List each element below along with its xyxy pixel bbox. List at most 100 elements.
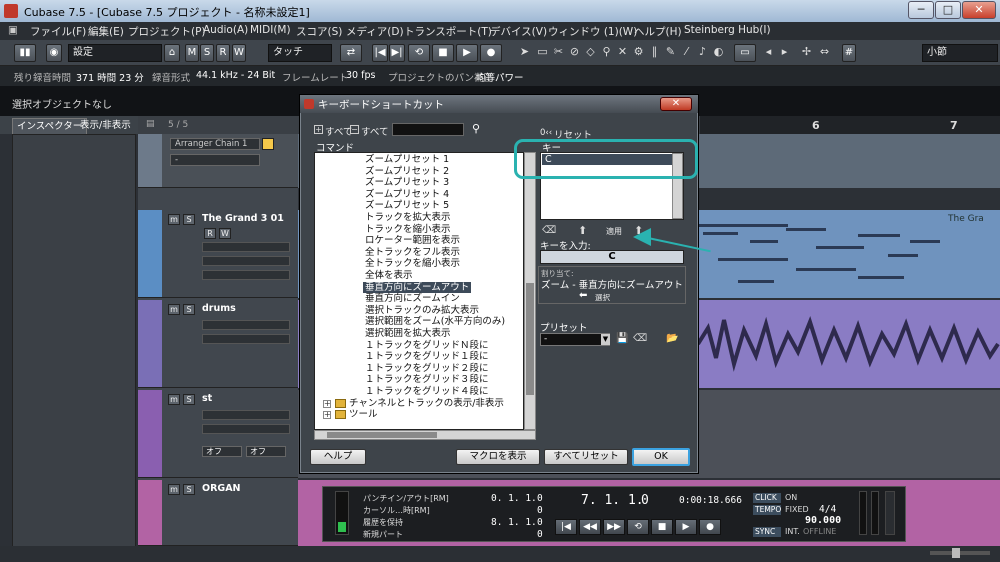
position-time[interactable]: 0:00:18.666 — [679, 495, 742, 506]
maximize-button[interactable]: □ — [935, 1, 961, 19]
command-item[interactable]: ズームプリセット 3 — [365, 177, 449, 189]
menu-midi[interactable]: MIDI(M) — [250, 24, 291, 36]
play-tool-icon[interactable]: ♪ — [696, 45, 709, 59]
go-to-end-icon[interactable]: ▶| — [389, 44, 405, 62]
click-value[interactable]: ON — [785, 493, 797, 502]
ok-button[interactable]: OK — [632, 448, 690, 466]
record-icon[interactable]: ● — [699, 519, 721, 535]
tempo-label[interactable]: TEMPO — [753, 505, 781, 515]
time-warp-tool-icon[interactable]: ∥ — [648, 45, 661, 59]
solo-button[interactable]: S — [183, 304, 195, 315]
left-locator-zero[interactable]: 0 — [537, 505, 543, 516]
command-item[interactable]: 全トラックを縮小表示 — [365, 258, 460, 270]
delete-preset-icon[interactable]: ⌫ — [633, 333, 647, 344]
color-tool-icon[interactable]: ◐ — [712, 45, 725, 59]
track-organ[interactable]: m S ORGAN — [138, 480, 298, 546]
command-list[interactable]: ズームプリセット 1 ズームプリセット 2 ズームプリセット 3 ズームプリセット 4… — [314, 152, 524, 430]
command-item[interactable]: 選択トラックのみ拡大表示 — [365, 305, 479, 317]
rewind-icon[interactable]: ◀◀ — [579, 519, 601, 535]
grid-icon[interactable]: # — [842, 44, 856, 62]
read-button[interactable]: R — [204, 228, 216, 239]
track-controls-row[interactable] — [202, 242, 290, 252]
track-drums[interactable]: m S drums — [138, 300, 298, 388]
arranger-chain-select[interactable]: Arranger Chain 1 — [170, 138, 260, 150]
grid-type-icon[interactable]: ▭ — [734, 44, 756, 62]
mute-button[interactable]: m — [168, 304, 180, 315]
left-locator[interactable]: 0. 1. 1. — [491, 493, 537, 504]
command-item[interactable]: 垂直方向にズームアウト — [363, 281, 472, 294]
command-item[interactable]: １トラックをグリッド２段に — [365, 363, 489, 375]
object-selection-tool-icon[interactable]: ➤ — [518, 45, 531, 59]
menu-help[interactable]: ヘルプ(H) — [634, 24, 682, 39]
cursor-label[interactable]: カーソル…時[RM] — [363, 505, 430, 516]
track-controls-row-2[interactable] — [202, 424, 290, 434]
transform-icon[interactable]: ◂ — [762, 45, 775, 59]
track-controls-row[interactable] — [202, 410, 290, 420]
show-macros-button[interactable]: マクロを表示 — [456, 449, 540, 465]
track-name[interactable]: drums — [202, 303, 236, 314]
command-item[interactable]: ロケーター範囲を表示 — [365, 235, 460, 247]
draw-tool-icon[interactable]: ✎ — [664, 45, 677, 59]
tab-visibility[interactable]: 表示/非表示 — [76, 118, 135, 134]
command-item[interactable]: １トラックをグリッド４段に — [365, 386, 489, 398]
command-item[interactable]: １トラックをグリッドＮ段に — [365, 340, 489, 352]
snap-resolution-select[interactable]: 小節 — [922, 44, 998, 62]
menu-window[interactable]: ウィンドウ (1)(W) — [548, 24, 637, 39]
lock-icon[interactable]: ⌂ — [164, 44, 180, 62]
command-item[interactable]: 全トラックをフル表示 — [365, 247, 460, 259]
global-write-button[interactable]: W — [232, 44, 246, 62]
expand-all-label[interactable]: すべて — [325, 124, 352, 138]
framerate-value[interactable]: 30 fps — [346, 70, 375, 81]
stop-icon[interactable]: ■ — [651, 519, 673, 535]
command-list-hscroll[interactable] — [314, 430, 536, 440]
collapse-all-label[interactable]: すべて — [361, 124, 388, 138]
tempo-mode[interactable]: FIXED — [785, 505, 809, 514]
close-button[interactable]: ✕ — [962, 1, 996, 19]
select-label[interactable]: 選択 — [595, 292, 610, 303]
hscroll-thumb[interactable] — [327, 432, 437, 438]
dialog-close-button[interactable]: ✕ — [660, 97, 692, 111]
play-icon[interactable]: ▶ — [456, 44, 478, 62]
stop-icon[interactable]: ■ — [432, 44, 454, 62]
play-icon[interactable]: ▶ — [675, 519, 697, 535]
constrain-delay-button[interactable]: ▮▮ — [14, 44, 36, 62]
automation-mode-select[interactable]: タッチ — [268, 44, 332, 62]
menu-edit[interactable]: 編集(E) — [88, 24, 124, 39]
right-locator[interactable]: 8. 1. 1. — [491, 517, 537, 528]
cycle-icon[interactable]: ⟲ — [627, 519, 649, 535]
command-item[interactable]: 選択範囲を拡大表示 — [365, 328, 451, 340]
command-item[interactable]: 選択範囲をズーム(水平方向のみ) — [365, 316, 505, 328]
help-button[interactable]: ヘルプ — [310, 449, 366, 465]
minimize-button[interactable]: ─ — [908, 1, 934, 19]
arranger-event-select[interactable]: - — [170, 154, 260, 166]
track-filter-icon[interactable]: ▤ — [146, 119, 155, 129]
solo-button[interactable]: S — [183, 484, 195, 495]
input-off[interactable]: オフ — [202, 446, 242, 457]
track-the-grand[interactable]: m S The Grand 3 01 R W — [138, 210, 298, 298]
arranger-edit-icon[interactable] — [262, 138, 274, 150]
sync-source[interactable]: INT. — [785, 527, 800, 536]
solo-button[interactable]: S — [183, 394, 195, 405]
command-item[interactable]: トラックを拡大表示 — [365, 212, 451, 224]
app-menu-icon[interactable]: ▣ — [8, 24, 18, 36]
visibility-icon[interactable]: ◉ — [46, 44, 62, 62]
command-item[interactable]: ズームプリセット 4 — [365, 189, 449, 201]
go-to-start-icon[interactable]: |◀ — [555, 519, 577, 535]
sync-label[interactable]: SYNC — [753, 527, 781, 537]
menu-file[interactable]: ファイル(F) — [30, 24, 86, 39]
new-part-label[interactable]: 新規パート — [363, 529, 403, 540]
position-bars[interactable]: 7. 1. 1. — [581, 493, 644, 508]
eraser-tool-icon[interactable]: ◇ — [584, 45, 597, 59]
apply-label[interactable]: 適用 — [606, 226, 622, 237]
range-selection-tool-icon[interactable]: ▭ — [536, 45, 549, 59]
pan-law-value[interactable]: 均等パワー — [476, 70, 524, 84]
command-item[interactable]: １トラックをグリッド３段に — [365, 374, 489, 386]
menu-media[interactable]: メディア(D) — [346, 24, 404, 39]
mute-button[interactable]: m — [168, 394, 180, 405]
time-signature[interactable]: 4/4 — [819, 504, 836, 515]
global-read-button[interactable]: R — [216, 44, 230, 62]
menu-score[interactable]: スコア(S) — [296, 24, 342, 39]
assign-up-icon[interactable]: ⬆ — [578, 224, 587, 237]
save-preset-icon[interactable]: 💾 — [616, 333, 628, 344]
command-list-scroll-thumb[interactable] — [526, 283, 534, 395]
